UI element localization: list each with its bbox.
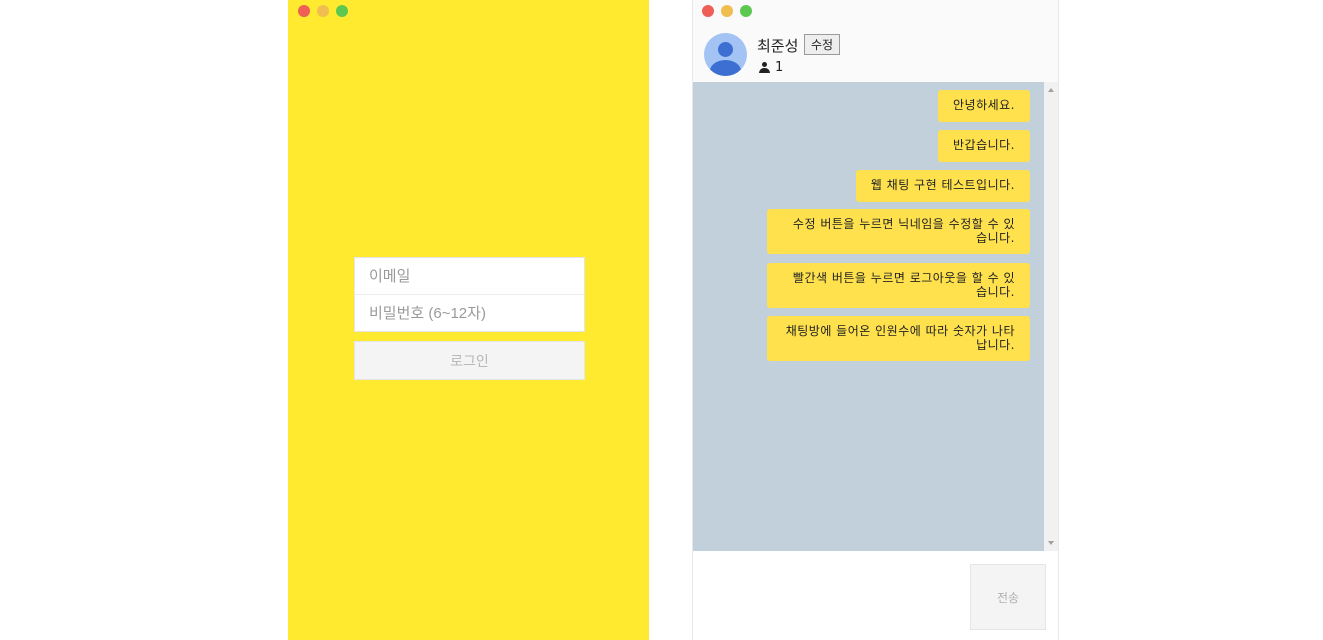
- close-window-button[interactable]: [298, 5, 310, 17]
- message-bubble: 빨간색 버튼을 누르면 로그아웃을 할 수 있습니다.: [767, 263, 1030, 308]
- maximize-window-button[interactable]: [336, 5, 348, 17]
- logout-button[interactable]: [702, 5, 714, 17]
- minimize-window-button[interactable]: [721, 5, 733, 17]
- member-count: 1: [759, 60, 783, 75]
- avatar-head: [718, 42, 733, 57]
- avatar: [704, 33, 747, 76]
- scroll-up-arrow-icon[interactable]: [1048, 88, 1054, 92]
- message-input-area[interactable]: 전송: [693, 551, 1058, 640]
- message-scrollbar[interactable]: [1044, 82, 1058, 551]
- scroll-down-arrow-icon[interactable]: [1048, 541, 1054, 545]
- window-controls: [702, 5, 752, 17]
- message-bubble: 웹 채팅 구현 테스트입니다.: [855, 170, 1030, 202]
- chat-window: 최준성 수정 1 안녕하세요. 반갑습니다. 웹 채팅 구현 테스트입니다. 수…: [692, 0, 1059, 640]
- message-bubble: 채팅방에 들어온 인원수에 따라 숫자가 나타납니다.: [767, 316, 1030, 361]
- minimize-window-button[interactable]: [317, 5, 329, 17]
- message-bubble: 반갑습니다.: [937, 130, 1030, 162]
- message-bubble: 수정 버튼을 누르면 닉네임을 수정할 수 있습니다.: [767, 209, 1030, 254]
- message-bubble: 안녕하세요.: [937, 90, 1030, 122]
- login-window: 로그인: [288, 0, 649, 640]
- message-list[interactable]: 안녕하세요. 반갑습니다. 웹 채팅 구현 테스트입니다. 수정 버튼을 누르면…: [693, 82, 1044, 551]
- login-button[interactable]: 로그인: [354, 341, 585, 380]
- avatar-body: [710, 60, 741, 76]
- chat-header: 최준성 수정 1: [693, 22, 1058, 82]
- maximize-window-button[interactable]: [740, 5, 752, 17]
- person-icon: [759, 62, 770, 73]
- login-form: [354, 257, 585, 332]
- email-input[interactable]: [354, 257, 585, 295]
- password-input[interactable]: [354, 295, 585, 332]
- window-controls: [298, 5, 348, 17]
- send-button[interactable]: 전송: [970, 564, 1046, 630]
- user-name: 최준성: [757, 37, 799, 55]
- member-count-value: 1: [775, 60, 784, 75]
- edit-nickname-button[interactable]: 수정: [804, 34, 841, 55]
